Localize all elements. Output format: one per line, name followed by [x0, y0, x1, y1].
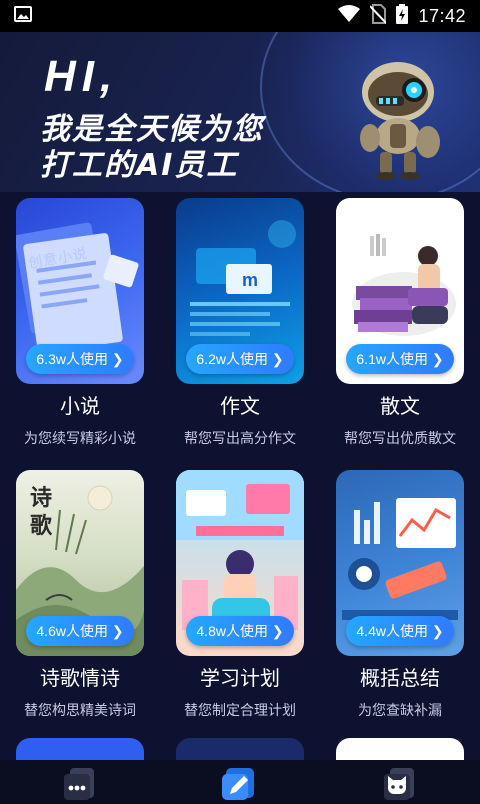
card-poem[interactable]: 诗歌 4.6w人使用 ❯ 诗歌情诗 替您构思精美诗词	[0, 464, 160, 730]
card-desc: 为您续写精彩小说	[24, 431, 136, 447]
no-sim-icon	[369, 3, 388, 29]
card-peek[interactable]	[336, 738, 464, 760]
status-bar: 17:42	[0, 0, 480, 32]
card-desc: 替您构思精美诗词	[24, 703, 136, 719]
card-essay[interactable]: m 6.2w人使用 ❯ 作文 帮您写出高分作文	[160, 192, 320, 458]
card-title: 学习计划	[200, 666, 280, 690]
bottom-nav	[0, 760, 480, 804]
summary-artwork: 4.4w人使用 ❯	[336, 470, 464, 656]
card-title: 诗歌情诗	[40, 666, 120, 690]
poem-art-text: 诗歌	[29, 485, 52, 539]
usage-pill[interactable]: 4.4w人使用 ❯	[346, 616, 454, 646]
svg-text:m: m	[242, 270, 258, 290]
hero-greeting: HI,	[44, 52, 119, 101]
feature-grid: 创意小说 6.3w人使用 ❯ 小说 为您续写精彩小说 m 6.2w人使用 ❯ 作…	[0, 192, 480, 760]
usage-pill[interactable]: 6.3w人使用 ❯	[26, 344, 134, 374]
nav-mascot[interactable]	[378, 762, 422, 802]
card-desc: 为您查缺补漏	[358, 703, 442, 719]
nav-write[interactable]	[218, 762, 262, 802]
card-desc: 帮您写出优质散文	[344, 431, 456, 447]
robot-icon	[352, 52, 444, 180]
card-title: 小说	[60, 394, 100, 418]
hero-title-line2: 打工的AI员工	[40, 148, 239, 183]
write-icon	[222, 768, 254, 800]
battery-charging-icon	[396, 3, 409, 29]
card-study-plan[interactable]: 4.8w人使用 ❯ 学习计划 替您制定合理计划	[160, 464, 320, 730]
card-title: 作文	[220, 394, 260, 418]
more-icon	[64, 768, 94, 800]
clock: 17:42	[418, 5, 466, 26]
card-novel[interactable]: 创意小说 6.3w人使用 ❯ 小说 为您续写精彩小说	[0, 192, 160, 458]
card-peek[interactable]	[16, 738, 144, 760]
image-icon	[14, 6, 32, 26]
poem-artwork: 诗歌 4.6w人使用 ❯	[16, 470, 144, 656]
usage-pill[interactable]: 4.8w人使用 ❯	[186, 616, 294, 646]
mascot-icon	[384, 768, 414, 800]
prose-artwork: 6.1w人使用 ❯	[336, 198, 464, 384]
study-artwork: 4.8w人使用 ❯	[176, 470, 304, 656]
usage-pill[interactable]: 4.6w人使用 ❯	[26, 616, 134, 646]
novel-artwork: 创意小说 6.3w人使用 ❯	[16, 198, 144, 384]
essay-artwork: m 6.2w人使用 ❯	[176, 198, 304, 384]
usage-pill[interactable]: 6.2w人使用 ❯	[186, 344, 294, 374]
card-desc: 帮您写出高分作文	[184, 431, 296, 447]
card-peek[interactable]	[176, 738, 304, 760]
card-summary[interactable]: 4.4w人使用 ❯ 概括总结 为您查缺补漏	[320, 464, 480, 730]
usage-pill[interactable]: 6.1w人使用 ❯	[346, 344, 454, 374]
wifi-icon	[338, 4, 361, 28]
card-prose[interactable]: 6.1w人使用 ❯ 散文 帮您写出优质散文	[320, 192, 480, 458]
card-title: 概括总结	[360, 666, 440, 690]
nav-more[interactable]	[58, 762, 102, 802]
hero-banner: HI, 我是全天候为您 打工的AI员工	[0, 32, 480, 192]
card-desc: 替您制定合理计划	[184, 703, 296, 719]
card-title: 散文	[380, 394, 420, 418]
